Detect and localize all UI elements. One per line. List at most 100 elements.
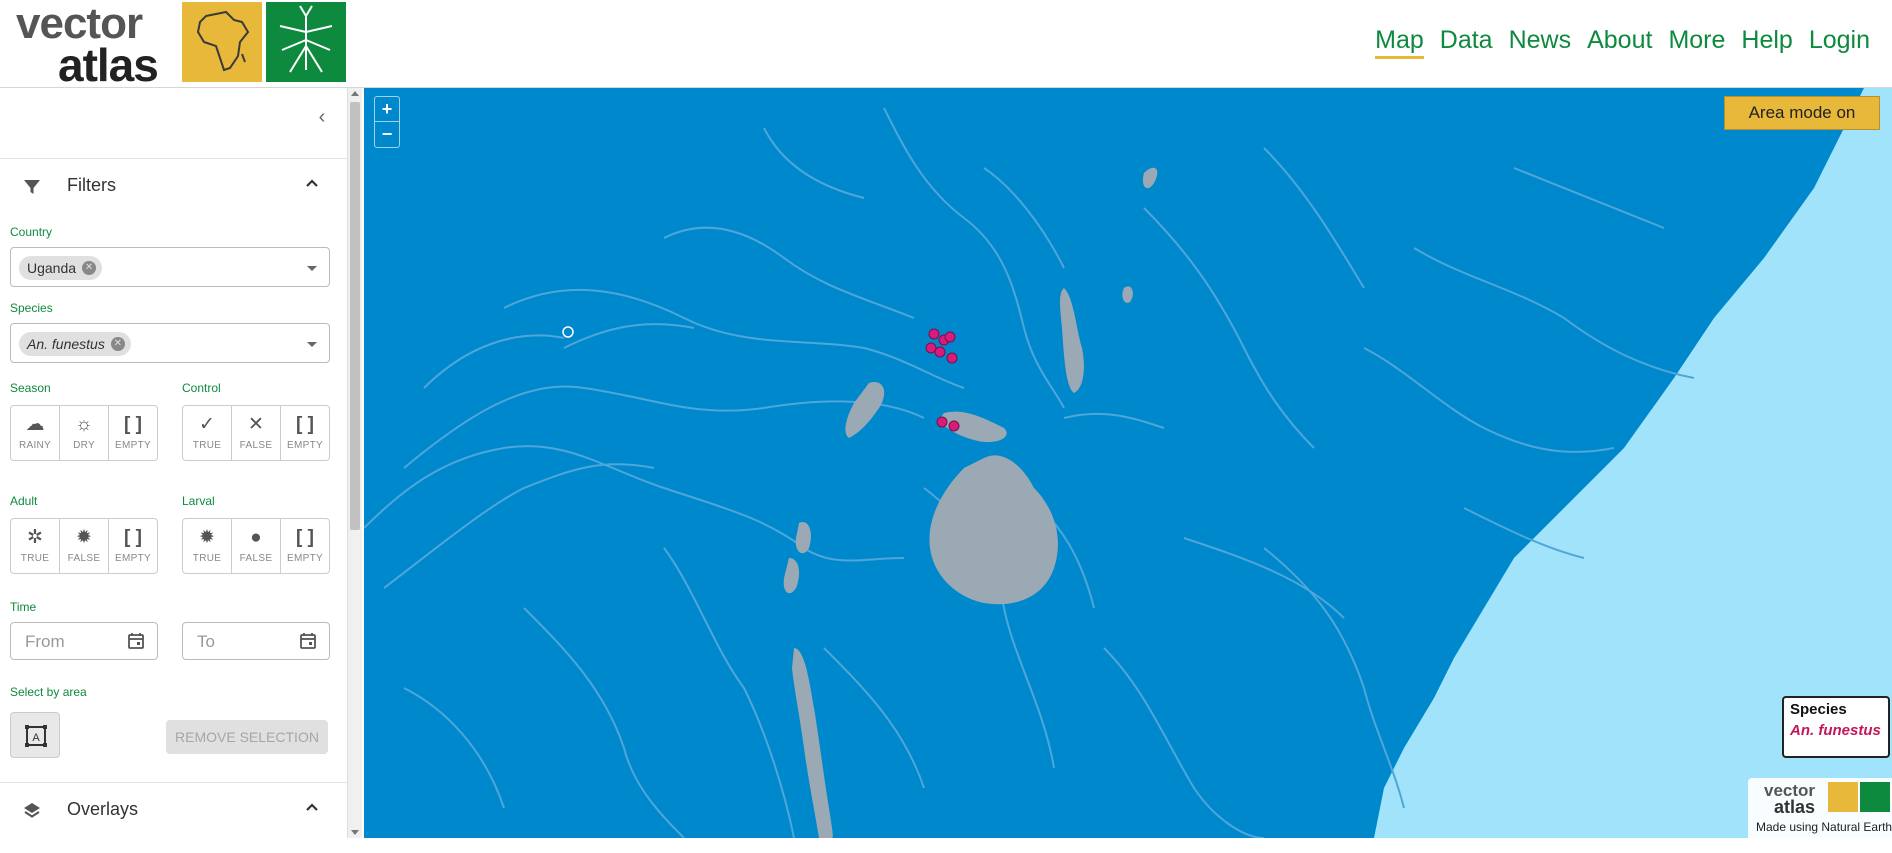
adult-empty-button[interactable]: [ ] EMPTY	[109, 519, 157, 573]
nav-data[interactable]: Data	[1440, 26, 1493, 59]
adult-false-button[interactable]: ✹ FALSE	[60, 519, 109, 573]
top-header: vector atlas Map Data News About More He…	[0, 0, 1892, 88]
larval-false-button[interactable]: ● FALSE	[232, 519, 281, 573]
cross-icon: ✕	[248, 414, 264, 435]
zoom-out-button[interactable]: −	[375, 122, 399, 147]
toggle-caption: RAINY	[18, 440, 52, 451]
toggle-caption: FALSE	[239, 553, 273, 564]
date-from-field[interactable]: From	[10, 622, 158, 660]
species-chip-label: An. funestus	[27, 336, 105, 352]
map-point-hollow[interactable]	[562, 326, 574, 338]
calendar-icon[interactable]	[299, 632, 317, 650]
map-point[interactable]	[928, 328, 940, 340]
empty-brackets-icon: [ ]	[124, 527, 142, 548]
species-chip[interactable]: An. funestus ✕	[19, 332, 131, 356]
lake-small	[1122, 286, 1133, 303]
lakes	[783, 167, 1158, 838]
legend-title: Species	[1790, 701, 1847, 718]
control-true-button[interactable]: ✓ TRUE	[183, 406, 232, 460]
country-chip[interactable]: Uganda ✕	[19, 256, 103, 280]
country-select[interactable]: Uganda ✕	[10, 247, 330, 287]
control-false-button[interactable]: ✕ FALSE	[232, 406, 281, 460]
control-empty-button[interactable]: [ ] EMPTY	[281, 406, 329, 460]
season-label: Season	[10, 381, 51, 395]
map-point[interactable]	[936, 416, 948, 428]
africa-logo-icon	[182, 2, 262, 82]
scroll-up-arrow-icon[interactable]	[351, 91, 359, 96]
overlays-section-header[interactable]: Overlays	[0, 783, 347, 838]
calendar-icon[interactable]	[127, 632, 145, 650]
date-from-placeholder: From	[25, 632, 65, 651]
map-canvas[interactable]	[364, 88, 1892, 838]
area-select-icon: A	[25, 725, 47, 747]
area-mode-button[interactable]: Area mode on	[1724, 96, 1880, 130]
toggle-caption: TRUE	[192, 553, 222, 564]
empty-brackets-icon: [ ]	[296, 527, 314, 548]
bug-icon: ✹	[76, 527, 92, 548]
lake-kivu	[783, 558, 800, 594]
lake-victoria	[929, 455, 1058, 605]
season-toggle-group: ☁ RAINY ☼ DRY [ ] EMPTY	[10, 405, 158, 461]
vector-atlas-logo[interactable]: vector atlas	[16, 2, 346, 88]
country-chip-label: Uganda	[27, 260, 77, 276]
map-point[interactable]	[925, 342, 937, 354]
zoom-control: + −	[374, 96, 400, 148]
nav-help[interactable]: Help	[1741, 26, 1792, 59]
lake-tanganyika	[792, 648, 833, 838]
nav-login[interactable]: Login	[1809, 26, 1870, 59]
filters-section-header[interactable]: Filters	[0, 159, 347, 215]
map-point[interactable]	[934, 346, 946, 358]
nav-map[interactable]: Map	[1375, 26, 1424, 59]
map-point[interactable]	[946, 352, 958, 364]
scroll-thumb[interactable]	[350, 102, 360, 530]
zoom-in-button[interactable]: +	[375, 97, 399, 122]
date-to-field[interactable]: To	[182, 622, 330, 660]
africa-logo-icon	[1828, 782, 1858, 812]
species-select[interactable]: An. funestus ✕	[10, 323, 330, 363]
species-points	[562, 326, 960, 432]
empty-brackets-icon: [ ]	[124, 414, 142, 435]
legend-item: An. funestus	[1790, 722, 1881, 739]
adult-bug-icon: ✲	[27, 527, 43, 548]
chevron-up-icon[interactable]	[302, 797, 322, 817]
toggle-caption: TRUE	[192, 440, 222, 451]
nav-about[interactable]: About	[1587, 26, 1652, 59]
date-to-placeholder: To	[197, 632, 215, 651]
draw-area-button[interactable]: A	[10, 712, 60, 758]
sidebar-scrollbar[interactable]	[348, 88, 362, 838]
toggle-caption: EMPTY	[287, 553, 323, 564]
dropdown-arrow-icon[interactable]	[307, 342, 317, 347]
larval-empty-button[interactable]: [ ] EMPTY	[281, 519, 329, 573]
map-view[interactable]: + − Area mode on Species An. funestus ve…	[364, 88, 1892, 838]
chevron-up-icon[interactable]	[302, 173, 322, 193]
logo-word-atlas: atlas	[58, 39, 159, 91]
toggle-caption: EMPTY	[115, 553, 151, 564]
remove-selection-button[interactable]: REMOVE SELECTION	[166, 720, 328, 754]
bug-icon: ✹	[199, 527, 215, 548]
adult-toggle-group: ✲ TRUE ✹ FALSE [ ] EMPTY	[10, 518, 158, 574]
collapse-sidebar-chevron-left-icon[interactable]: ‹	[312, 107, 332, 128]
adult-true-button[interactable]: ✲ TRUE	[11, 519, 60, 573]
check-icon: ✓	[199, 414, 215, 435]
nav-more[interactable]: More	[1668, 26, 1725, 59]
attribution-text: Made using Natural Earth	[1756, 820, 1892, 834]
dropdown-arrow-icon[interactable]	[307, 266, 317, 271]
adult-label: Adult	[10, 494, 38, 508]
scroll-down-arrow-icon[interactable]	[351, 830, 359, 835]
main-nav: Map Data News About More Help Login	[1375, 26, 1870, 59]
season-dry-button[interactable]: ☼ DRY	[60, 406, 109, 460]
layers-icon	[24, 803, 40, 818]
time-label: Time	[10, 600, 37, 614]
map-point[interactable]	[948, 420, 960, 432]
filters-title: Filters	[67, 175, 116, 195]
sun-icon: ☼	[75, 414, 93, 435]
chip-remove-icon[interactable]: ✕	[82, 261, 97, 275]
chip-remove-icon[interactable]: ✕	[110, 337, 125, 351]
season-rainy-button[interactable]: ☁ RAINY	[11, 406, 60, 460]
season-empty-button[interactable]: [ ] EMPTY	[109, 406, 157, 460]
map-point[interactable]	[944, 331, 956, 343]
water-drop-icon: ●	[250, 527, 262, 548]
nav-news[interactable]: News	[1509, 26, 1572, 59]
larval-true-button[interactable]: ✹ TRUE	[183, 519, 232, 573]
filter-funnel-icon	[24, 180, 40, 194]
